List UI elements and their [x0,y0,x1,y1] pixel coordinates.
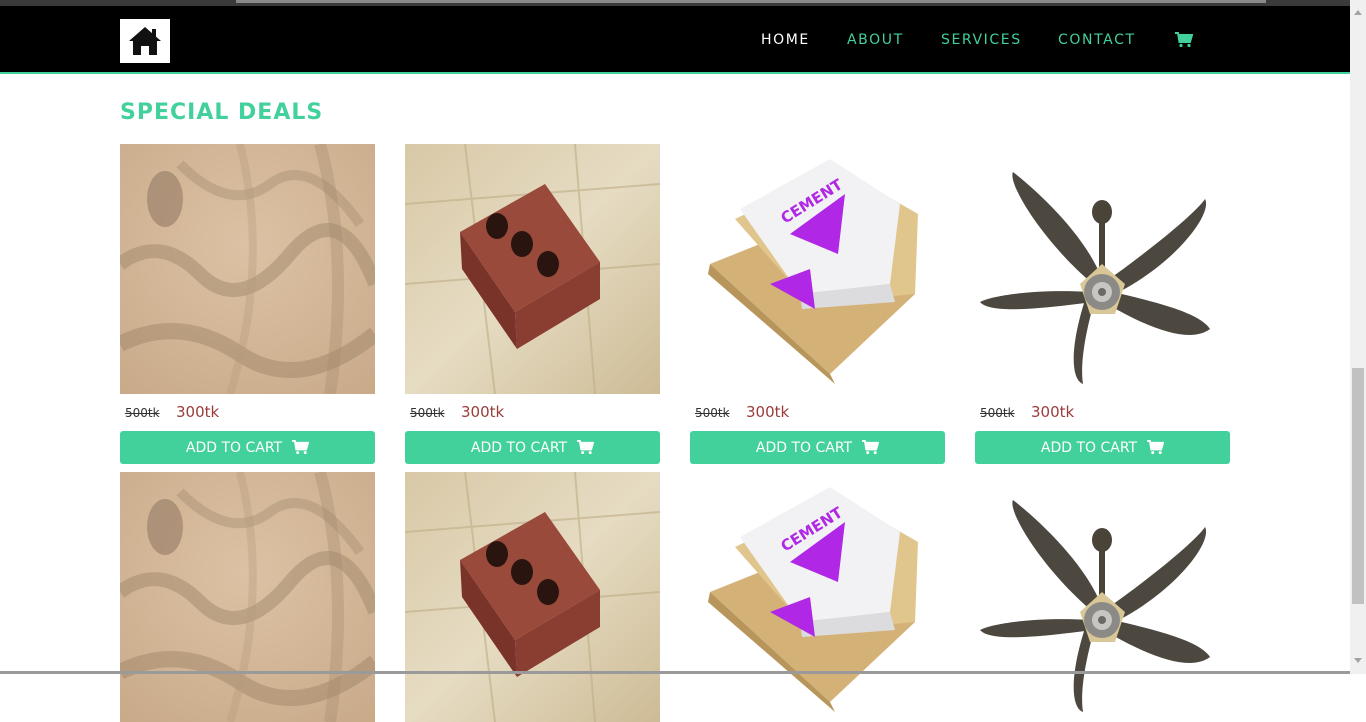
product-image-cement-bags[interactable]: CEMENT [690,144,945,394]
home-icon [129,27,161,55]
navbar: HOME ABOUT SERVICES CONTACT [0,6,1350,74]
cart-icon [577,440,595,455]
add-to-cart-button[interactable]: ADD TO CART [690,431,945,464]
product-image-brick[interactable] [405,144,660,394]
product-card: CEMENT 500tk 300tk ADD TO CART [690,144,945,464]
new-price: 300tk [176,403,220,421]
cart-icon [1147,440,1165,455]
nav-about[interactable]: ABOUT [847,32,904,48]
price-row: 500tk 300tk ADD TO CART [405,394,660,464]
product-card: CEMENT [690,472,945,722]
new-price: 300tk [1031,403,1075,421]
old-price: 500tk [980,406,1015,420]
product-image-sand[interactable] [120,144,375,394]
cart-icon [862,440,880,455]
add-to-cart-button[interactable]: ADD TO CART [120,431,375,464]
price-row: 500tk 300tk ADD TO CART [690,394,945,464]
scroll-down-arrow-icon[interactable] [1354,658,1362,663]
old-price: 500tk [125,406,160,420]
product-card: 500tk 300tk ADD TO CART [405,144,660,464]
page-scrollbar[interactable] [1350,0,1366,674]
scroll-up-arrow-icon[interactable] [1354,10,1362,15]
product-card [975,472,1230,722]
product-card: 500tk 300tk ADD TO CART [120,144,375,464]
section-title: SPECIAL DEALS [120,100,324,125]
add-to-cart-button[interactable]: ADD TO CART [975,431,1230,464]
browser-tab-line [236,0,1266,3]
product-image-brick[interactable] [405,472,660,722]
price-row: 500tk 300tk ADD TO CART [975,394,1230,464]
product-image-cement-bags[interactable]: CEMENT [690,472,945,722]
product-image-sand[interactable] [120,472,375,722]
cart-icon [292,440,310,455]
add-to-cart-label: ADD TO CART [1040,439,1138,456]
price-row: 500tk 300tk ADD TO CART [120,394,375,464]
add-to-cart-label: ADD TO CART [470,439,568,456]
add-to-cart-label: ADD TO CART [185,439,283,456]
shopping-cart-icon[interactable] [1175,32,1193,48]
product-image-ceiling-fan[interactable] [975,472,1230,722]
product-card [120,472,375,722]
product-card: 500tk 300tk ADD TO CART [975,144,1230,464]
nav-contact[interactable]: CONTACT [1058,32,1136,48]
add-to-cart-button[interactable]: ADD TO CART [405,431,660,464]
logo[interactable] [120,19,170,63]
product-image-ceiling-fan[interactable] [975,144,1230,394]
old-price: 500tk [695,406,730,420]
new-price: 300tk [746,403,790,421]
product-card [405,472,660,722]
nav-home[interactable]: HOME [761,32,810,48]
nav-services[interactable]: SERVICES [941,32,1022,48]
old-price: 500tk [410,406,445,420]
add-to-cart-label: ADD TO CART [755,439,853,456]
new-price: 300tk [461,403,505,421]
scrollbar-thumb[interactable] [1352,368,1364,604]
